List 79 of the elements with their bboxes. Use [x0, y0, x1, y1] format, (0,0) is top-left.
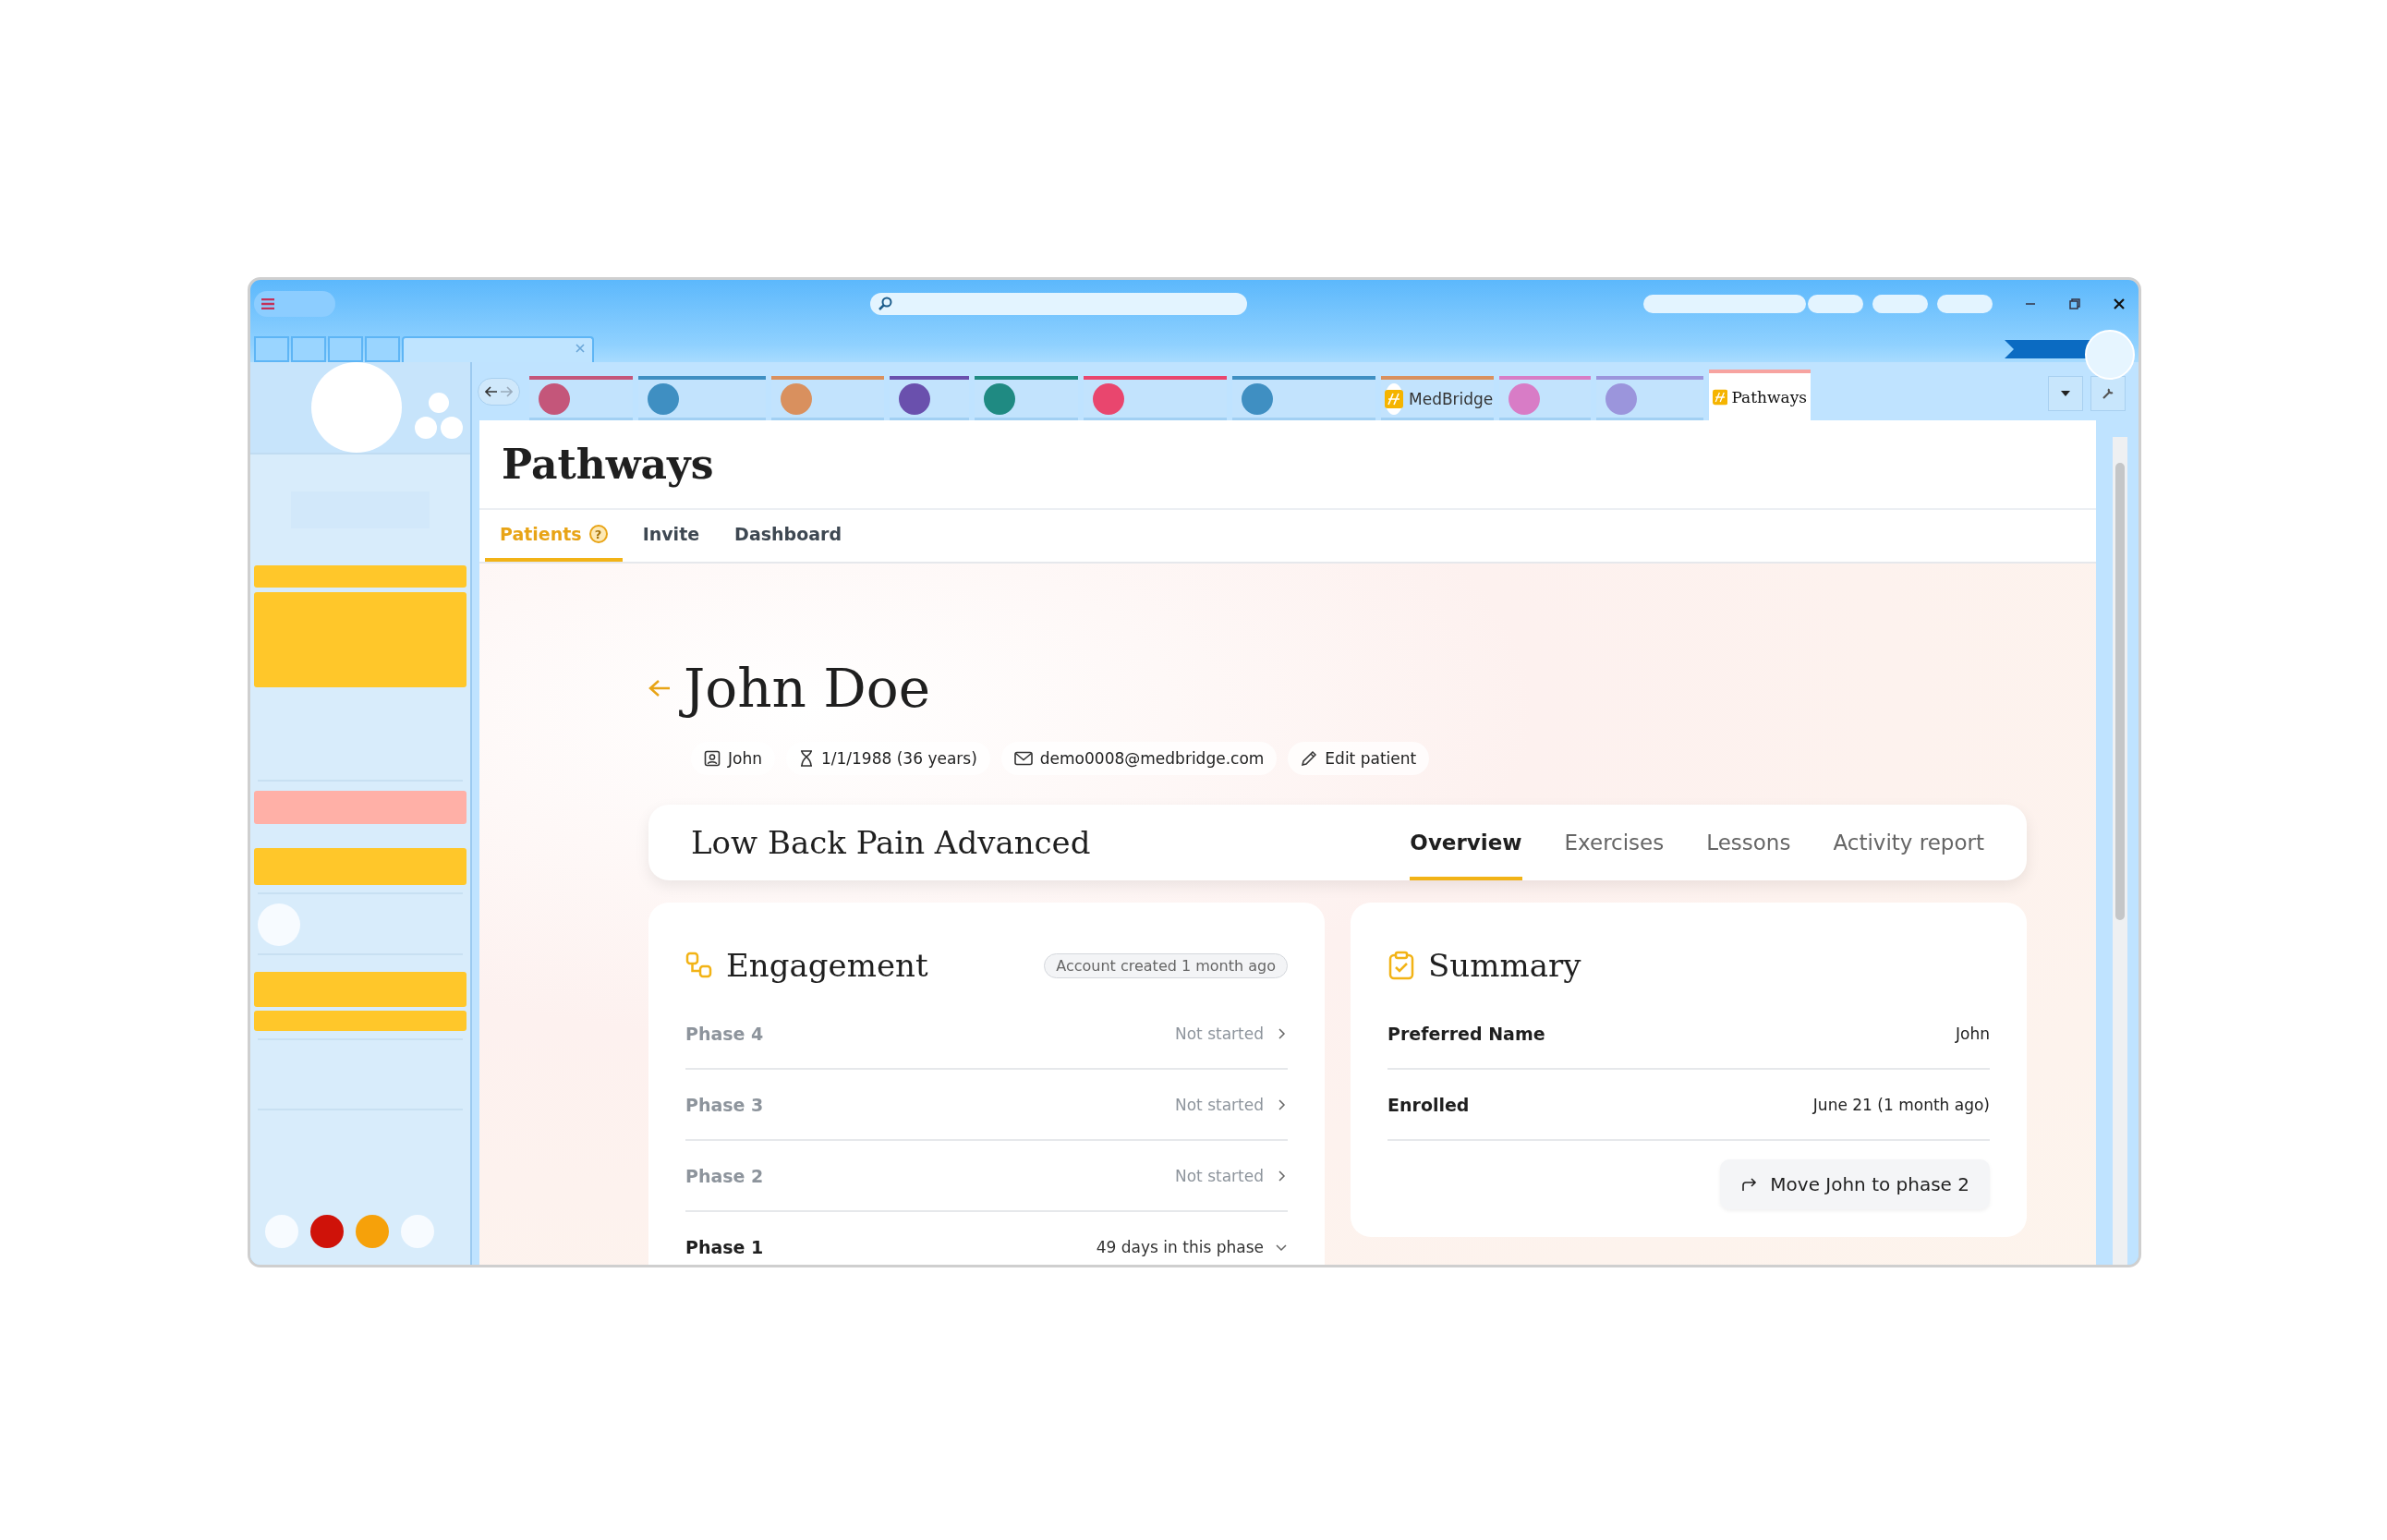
hourglass-icon: [798, 750, 814, 767]
profile-avatar[interactable]: [2085, 330, 2135, 380]
nav-tab[interactable]: Dashboard: [720, 510, 856, 562]
circle-shape: [265, 1215, 298, 1248]
toolbar-button[interactable]: [1937, 295, 1993, 313]
close-icon[interactable]: [2113, 297, 2126, 310]
card-title: Summary: [1428, 947, 1581, 984]
circle-shape: [401, 1215, 434, 1248]
window-tab[interactable]: [402, 336, 594, 362]
circle-shape: [441, 417, 463, 439]
site-icon: [781, 382, 812, 415]
circle-shape: [310, 1215, 344, 1248]
phase-name: Phase 1: [685, 1236, 764, 1257]
site-icon: [1242, 382, 1273, 415]
program-tab[interactable]: Lessons: [1706, 805, 1791, 880]
circle-shape: [415, 417, 437, 439]
clipboard-icon: [1387, 951, 1415, 980]
wrench-icon: [2102, 387, 2114, 400]
search-field[interactable]: [870, 293, 1247, 315]
phase-status: Not started: [1174, 1166, 1264, 1185]
caret-icon: [2061, 391, 2070, 396]
program-tab[interactable]: Overview: [1410, 805, 1522, 880]
menu-icon: [261, 298, 274, 309]
phase-status: Not started: [1174, 1024, 1264, 1043]
menu-button[interactable]: [254, 291, 335, 317]
nav-tab[interactable]: Invite: [627, 510, 715, 562]
nodes-icon: [685, 952, 713, 979]
back-arrow-icon[interactable]: [648, 679, 671, 697]
tab-thumbnail[interactable]: [291, 336, 326, 362]
phase-status: 49 days in this phase: [1096, 1237, 1264, 1256]
scrollbar-thumb[interactable]: [2115, 463, 2125, 920]
contact-card-icon: [704, 750, 721, 767]
redirect-arrow-icon: [1740, 1177, 1758, 1192]
site-icon: [648, 382, 679, 415]
phase-status: Not started: [1174, 1095, 1264, 1114]
tab-thumbnail[interactable]: [365, 336, 400, 362]
phase-name: Phase 2: [685, 1165, 764, 1186]
phase-row[interactable]: Phase 1 49 days in this phase: [685, 1212, 1288, 1265]
pencil-icon: [1301, 750, 1318, 767]
tab-thumbnail[interactable]: [328, 336, 363, 362]
restore-icon[interactable]: [2068, 297, 2081, 310]
circle-shape: [429, 393, 449, 413]
field-value: June 21 (1 month ago): [1812, 1095, 1990, 1114]
browser-tab[interactable]: MedBridge: [1381, 376, 1494, 420]
envelope-icon: [1013, 751, 1033, 766]
program-tab[interactable]: Exercises: [1564, 805, 1665, 880]
move-phase-button[interactable]: Move John to phase 2: [1720, 1159, 1990, 1209]
address-field[interactable]: [1643, 295, 1806, 313]
patient-name: John Doe: [676, 651, 939, 725]
card-title: Engagement: [726, 947, 928, 984]
logo-icon: [1385, 389, 1403, 408]
toolbar-button[interactable]: [1872, 295, 1928, 313]
logo-icon: [1713, 387, 1728, 406]
tab-thumbnail[interactable]: [254, 336, 289, 362]
browser-tab[interactable]: Pathways: [1709, 370, 1811, 420]
tools-button[interactable]: [2090, 376, 2126, 411]
program-title: Low Back Pain Advanced: [691, 824, 1091, 861]
circle-shape: [356, 1215, 389, 1248]
site-icon: [1093, 382, 1124, 415]
field-label: Preferred Name: [1387, 1023, 1545, 1044]
toolbar-button[interactable]: [1808, 295, 1863, 313]
edit-patient-button[interactable]: Edit patient: [1288, 742, 1430, 775]
site-icon: [1509, 382, 1540, 415]
status-badge: Account created 1 month ago: [1044, 952, 1288, 978]
site-icon: [984, 382, 1015, 415]
phase-name: Phase 4: [685, 1023, 764, 1044]
page-title: Pathways: [502, 441, 714, 488]
search-icon: [878, 297, 892, 311]
program-tab[interactable]: Activity report: [1833, 805, 1984, 880]
dropdown-button[interactable]: [2048, 376, 2083, 411]
field-value: John: [1956, 1024, 1990, 1043]
site-icon: [899, 382, 930, 415]
site-icon: [1605, 382, 1637, 415]
phase-name: Phase 3: [685, 1094, 764, 1115]
circle-shape: [258, 903, 300, 946]
back-icon[interactable]: [485, 386, 498, 397]
field-label: Enrolled: [1387, 1094, 1470, 1115]
site-icon: [539, 382, 570, 415]
detail-chip: demo0008@medbridge.com: [1000, 742, 1278, 775]
